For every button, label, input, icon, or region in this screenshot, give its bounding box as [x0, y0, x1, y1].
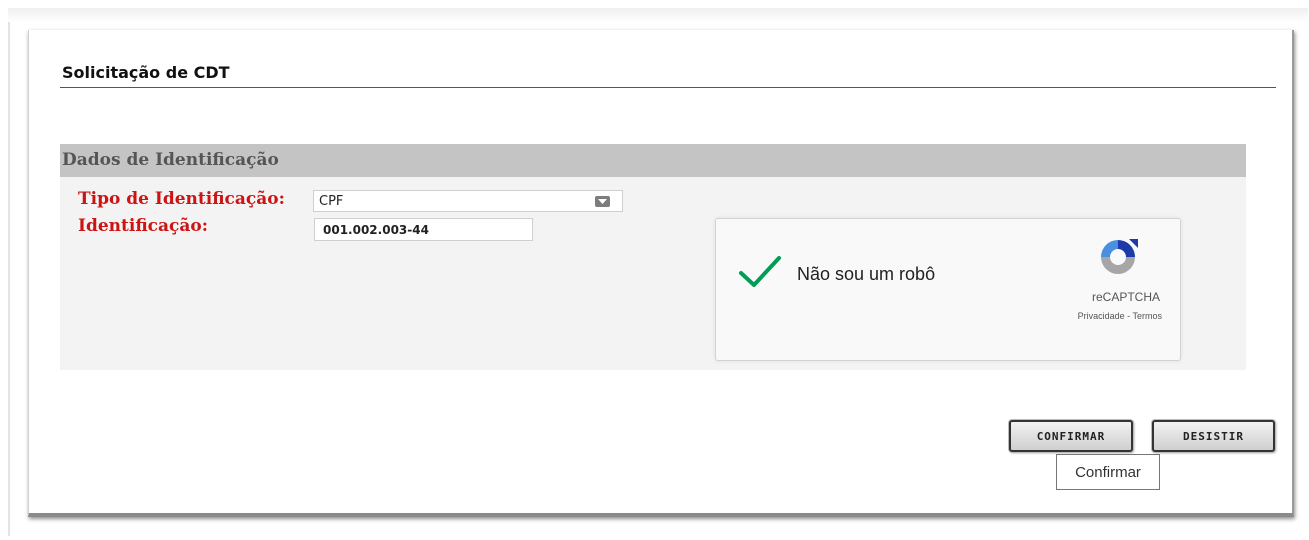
section-title: Dados de Identificação: [62, 150, 279, 170]
identificacao-input[interactable]: [314, 218, 533, 241]
recaptcha-logo-icon: [1096, 235, 1140, 283]
recaptcha-label: Não sou um robô: [797, 264, 936, 284]
chevron-down-icon[interactable]: [595, 196, 610, 207]
checkmark-icon[interactable]: [738, 255, 782, 293]
identificacao-label: Identificação:: [78, 216, 209, 236]
main-panel: Solicitação de CDT Dados de Identificaçã…: [28, 30, 1294, 517]
section-header: Dados de Identificação: [60, 144, 1246, 177]
recaptcha-widget: Não sou um robô reCAPTCHA Privacidade - …: [715, 218, 1181, 361]
window-left-edge: [8, 8, 10, 536]
recaptcha-brand: reCAPTCHA: [1091, 290, 1160, 304]
tipo-identificacao-value: CPF: [319, 194, 344, 209]
window-top-shadow: [8, 8, 1308, 22]
terms-link[interactable]: Termos: [1132, 311, 1162, 321]
recaptcha-links: Privacidade - Termos: [1078, 311, 1162, 321]
confirm-tooltip: Confirmar: [1056, 454, 1160, 490]
page-title: Solicitação de CDT: [62, 63, 230, 82]
title-divider: [60, 87, 1276, 88]
tipo-identificacao-label: Tipo de Identificação:: [78, 189, 285, 209]
cancel-button[interactable]: DESISTIR: [1152, 420, 1275, 452]
confirm-button[interactable]: CONFIRMAR: [1009, 420, 1133, 452]
privacy-link[interactable]: Privacidade: [1078, 311, 1125, 321]
tipo-identificacao-select[interactable]: CPF: [313, 190, 623, 212]
